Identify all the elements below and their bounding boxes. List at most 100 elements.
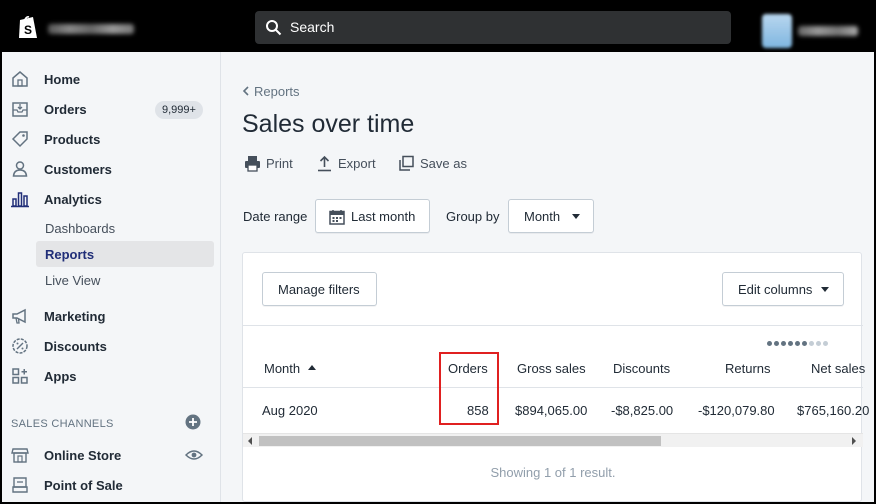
add-channel-icon[interactable] [185,414,201,430]
horizontal-scrollbar[interactable] [243,433,863,447]
user-name-redacted[interactable] [798,26,858,36]
page-title: Sales over time [242,110,415,138]
chevron-left-icon [242,86,249,96]
save-as-label: Save as [420,156,467,171]
column-header-label: Month [264,361,301,376]
bar-chart-icon [11,192,29,208]
sidebar-item-label: Point of Sale [44,478,123,493]
column-header-gross-sales[interactable]: Gross sales [517,361,586,376]
sidebar-item-label: Products [44,132,101,147]
calendar-icon [329,210,345,225]
search-placeholder[interactable]: Search [290,19,334,35]
search-icon [266,20,282,36]
print-button[interactable]: Print [244,155,296,173]
sidebar-item-orders[interactable]: Orders 9,999+ [2,95,221,123]
group-by-label: Group by [446,209,500,224]
main-content: Reports Sales over time Print Export Sav… [222,52,874,502]
manage-filters-label: Manage filters [278,282,360,297]
sidebar-item-label: Orders [44,102,87,117]
sidebar-item-home[interactable]: Home [2,65,221,93]
cell-returns: -$120,079.80 [698,403,775,418]
sidebar-item-label: Analytics [44,192,102,207]
date-range-label: Date range [243,209,308,224]
divider [243,325,863,326]
sidebar-item-products[interactable]: Products [2,125,221,153]
pager-dot[interactable] [809,341,814,346]
search-bar[interactable]: Search [255,11,731,44]
sidebar-item-analytics[interactable]: Analytics [2,185,221,213]
sidebar-item-label: Apps [44,369,77,384]
pager-dot[interactable] [802,341,807,346]
report-table-card: Manage filters Edit columns Month Orders… [242,252,869,502]
manage-filters-button[interactable]: Manage filters [262,272,377,306]
home-icon [12,71,28,87]
date-range-value: Last month [351,209,416,224]
export-button[interactable]: Export [316,155,378,173]
breadcrumb-reports-link[interactable]: Reports [254,84,300,99]
sidebar-item-marketing[interactable]: Marketing [2,302,221,330]
avatar[interactable] [762,14,792,48]
store-icon [11,448,29,463]
orders-count-badge: 9,999+ [155,101,203,119]
column-header-month[interactable]: Month [264,361,317,376]
sidebar-subitem-label: Dashboards [45,221,116,236]
upload-icon [318,155,331,172]
column-header-returns[interactable]: Returns [725,361,771,376]
column-header-discounts[interactable]: Discounts [613,361,670,376]
store-name-redacted[interactable] [48,24,134,34]
duplicate-icon [399,155,414,171]
sidebar-item-label: Customers [44,162,112,177]
save-as-button[interactable]: Save as [398,155,467,173]
caret-down-icon [821,287,829,292]
sidebar-subitem-reports[interactable]: Reports [36,241,214,267]
pager-dot[interactable] [767,341,772,346]
sidebar-subitem-label: Live View [45,273,101,288]
sidebar-subitem-live-view[interactable]: Live View [36,267,214,293]
top-bar: S Search [2,2,874,52]
cell-gross-sales: $894,065.00 [515,403,588,418]
discount-icon [12,338,28,354]
eye-icon[interactable] [185,448,203,462]
person-icon [12,161,28,177]
scrollbar-thumb[interactable] [259,436,661,446]
print-icon [245,156,260,172]
sidebar: Home Orders 9,999+ Products Customers An… [2,52,221,502]
pager-dot[interactable] [788,341,793,346]
orders-icon [12,102,28,117]
result-count: Showing 1 of 1 result. [490,465,616,480]
sidebar-subitem-label: Reports [45,247,95,262]
pager-dot[interactable] [774,341,779,346]
svg-text:S: S [24,23,32,37]
highlight-box [439,352,499,425]
pager-dot[interactable] [781,341,786,346]
sidebar-item-label: Discounts [44,339,107,354]
pager-dot[interactable] [823,341,828,346]
column-header-net-sales[interactable]: Net sales [811,361,865,376]
sales-channels-heading: SALES CHANNELS [11,418,114,430]
sidebar-item-label: Marketing [44,309,106,324]
scroll-left-arrow-icon[interactable] [248,437,252,445]
sidebar-item-label: Home [44,72,81,87]
pager-dot[interactable] [795,341,800,346]
sidebar-item-customers[interactable]: Customers [2,155,221,183]
scroll-right-arrow-icon[interactable] [852,437,856,445]
breadcrumb[interactable]: Reports [242,84,300,99]
sidebar-item-apps[interactable]: Apps [2,362,221,390]
cell-month: Aug 2020 [262,403,318,418]
print-label: Print [266,156,293,171]
sidebar-subitem-dashboards[interactable]: Dashboards [36,215,214,241]
sidebar-item-point-of-sale[interactable]: Point of Sale [2,471,221,499]
sidebar-item-label: Online Store [44,448,122,463]
megaphone-icon [12,308,26,324]
sidebar-item-discounts[interactable]: Discounts [2,332,221,360]
sort-asc-icon [308,365,317,370]
tag-icon [11,131,28,148]
edit-columns-button[interactable]: Edit columns [722,272,844,306]
export-label: Export [338,156,376,171]
group-by-select[interactable]: Month [508,199,594,233]
date-range-picker[interactable]: Last month [315,199,430,233]
shopify-logo-icon[interactable]: S [16,14,40,40]
pager-dot[interactable] [816,341,821,346]
edit-columns-label: Edit columns [738,282,813,297]
app-window: S Search Home Orders 9,999+ Products Cus… [2,2,874,502]
